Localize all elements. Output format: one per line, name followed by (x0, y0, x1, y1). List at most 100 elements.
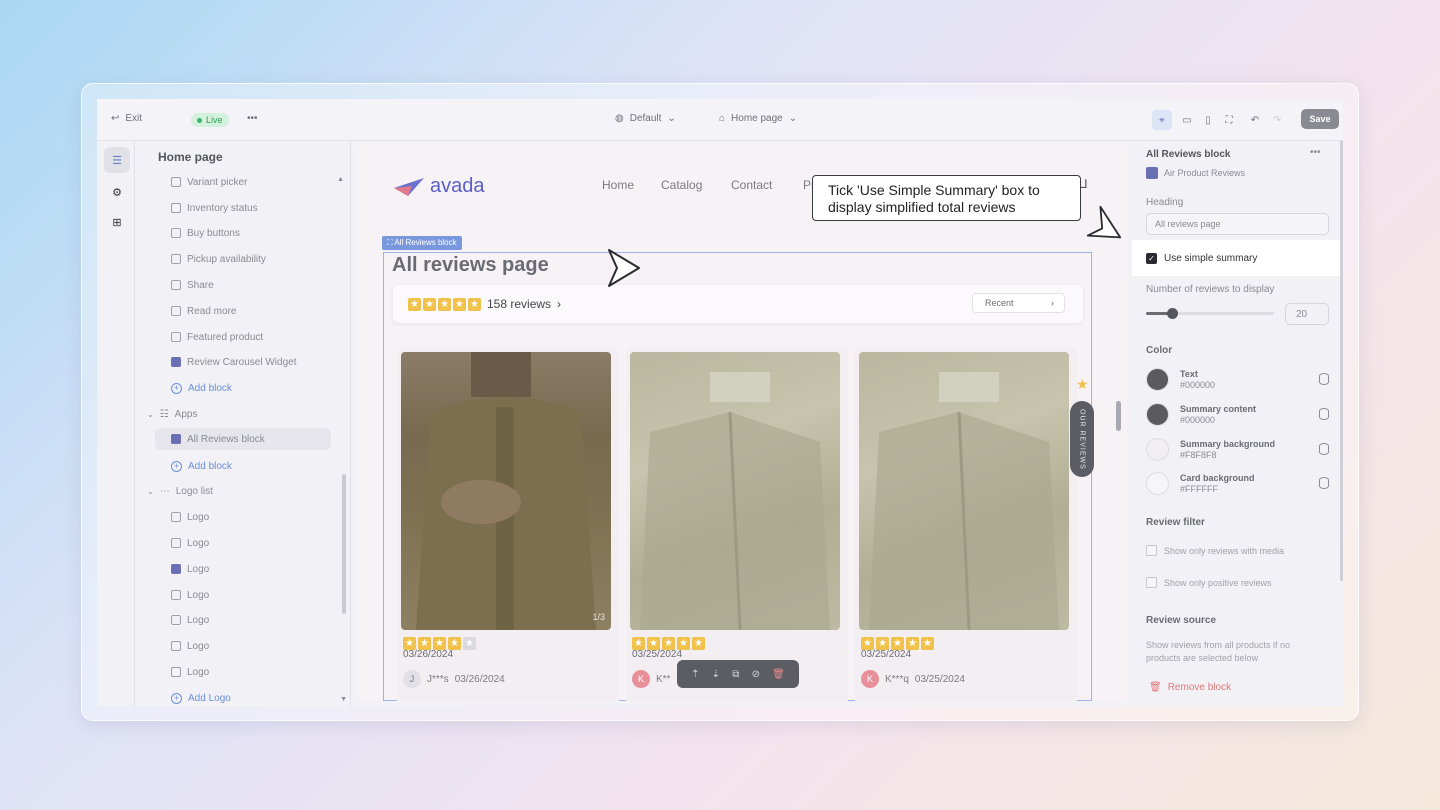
review-photo[interactable]: 1/3 (401, 352, 611, 630)
move-down-icon[interactable]: ⇣ (712, 669, 720, 680)
settings-scrollbar[interactable] (1340, 141, 1343, 581)
left-rail: ☰ ⚙ ⊞ (97, 141, 135, 706)
block-icon (171, 228, 181, 238)
color-setting-card-background[interactable]: Card background #FFFFFF (1146, 472, 1329, 495)
block-item-all-reviews[interactable]: All Reviews block (155, 428, 331, 450)
exit-button[interactable]: ↩ Exit (111, 113, 142, 124)
author-date: 03/25/2024 (914, 673, 965, 685)
color-hex: #000000 (1180, 414, 1216, 425)
inspector-button[interactable]: ⌖ (1152, 110, 1172, 130)
add-block-button[interactable]: + Add block (171, 377, 232, 399)
duplicate-icon[interactable]: ⧉ (732, 669, 739, 680)
num-reviews-slider[interactable] (1146, 308, 1274, 319)
logo-item[interactable]: Logo (171, 609, 209, 631)
more-options-button[interactable]: ••• (247, 113, 258, 124)
logo-item[interactable]: Logo (171, 506, 209, 528)
nav-contact[interactable]: Contact (731, 178, 772, 192)
database-icon[interactable] (1319, 408, 1329, 420)
color-setting-summary-content[interactable]: Summary content #000000 (1146, 403, 1329, 426)
summary-count-link[interactable]: ★ ★ ★ ★ ★ 158 reviews › (408, 297, 561, 311)
logo-item[interactable]: Logo (171, 558, 209, 580)
logo-list-label: Logo list (175, 485, 213, 497)
save-button[interactable]: Save (1301, 109, 1339, 129)
review-date: 03/25/2024 (861, 649, 912, 660)
block-item-read-more[interactable]: Read more (171, 300, 236, 322)
preview-scrollbar[interactable] (1116, 401, 1121, 431)
cursor-arrow-icon (608, 249, 640, 287)
database-icon[interactable] (1319, 477, 1329, 489)
review-card[interactable]: ★ ★ ★ ★ ★ 03/25/2024 K K***q 03/25/2024 (855, 348, 1077, 701)
theme-settings-button[interactable]: ⚙ (104, 179, 130, 205)
color-swatch[interactable] (1146, 472, 1169, 495)
simple-summary-row[interactable]: ✓ Use simple summary (1132, 240, 1343, 276)
redo-button[interactable]: ↷ (1267, 110, 1287, 130)
plus-icon: + (171, 692, 182, 704)
add-logo-button[interactable]: + Add Logo (171, 687, 231, 706)
logo-item[interactable]: Logo (171, 661, 209, 683)
our-reviews-tab[interactable]: OUR REVIEWS (1070, 401, 1094, 477)
sort-select[interactable]: Recent › (972, 293, 1065, 313)
color-swatch[interactable] (1146, 438, 1169, 461)
filter-media-checkbox[interactable]: Show only reviews with media (1146, 545, 1284, 556)
block-item-variant-picker[interactable]: Variant picker (171, 171, 247, 193)
more-options-icon[interactable]: ••• (1310, 147, 1321, 158)
review-photo[interactable] (859, 352, 1069, 630)
block-item-review-carousel[interactable]: Review Carousel Widget (171, 351, 297, 373)
hide-icon[interactable]: ⊘ (752, 669, 760, 680)
color-swatch[interactable] (1146, 368, 1169, 391)
color-setting-summary-background[interactable]: Summary background #F8F8F8 (1146, 438, 1329, 461)
logo-item[interactable]: Logo (171, 584, 209, 606)
store-logo[interactable]: avada (392, 175, 485, 198)
scroll-up-icon: ▲ (337, 176, 344, 183)
more-icon: ••• (247, 113, 258, 124)
logo-item[interactable]: Logo (171, 635, 209, 657)
block-item-inventory-status[interactable]: Inventory status (171, 197, 258, 219)
color-name: Summary background (1180, 438, 1276, 449)
review-photo[interactable] (630, 352, 840, 630)
database-icon[interactable] (1319, 443, 1329, 455)
apps-group-toggle[interactable]: ⌄ ☷ Apps (147, 403, 197, 425)
desktop-view-button[interactable]: ▭ (1177, 110, 1197, 130)
selected-block-tag: ⛶ All Reviews block (382, 236, 462, 250)
home-icon: ⌂ (719, 113, 726, 124)
review-card[interactable]: 1/3 ★ ★ ★ ★ ★ 03/26/2024 J J***s 03/26/2… (397, 348, 619, 701)
logo-label: Logo (187, 537, 210, 549)
logo-item[interactable]: Logo (171, 532, 209, 554)
mobile-view-button[interactable]: ▯ (1198, 110, 1218, 130)
block-item-buy-buttons[interactable]: Buy buttons (171, 222, 240, 244)
color-swatch[interactable] (1146, 403, 1169, 426)
nav-home[interactable]: Home (602, 178, 634, 192)
slider-thumb[interactable] (1166, 308, 1178, 319)
app-icon (171, 357, 181, 367)
fullscreen-button[interactable]: ⛶ (1219, 110, 1239, 130)
heading-input[interactable]: All reviews page (1146, 213, 1329, 235)
checkbox-checked-icon[interactable]: ✓ (1146, 252, 1157, 264)
sections-button[interactable]: ☰ (104, 147, 130, 173)
add-logo-label: Add Logo (188, 692, 231, 704)
database-icon[interactable] (1319, 373, 1329, 385)
chevron-right-icon: › (1051, 298, 1054, 308)
logo-list-toggle[interactable]: ⌄ ⋯ Logo list (147, 480, 213, 502)
logo-label: Logo (187, 614, 210, 626)
block-icon (171, 306, 181, 316)
add-block-button[interactable]: + Add block (171, 455, 232, 477)
num-reviews-input[interactable]: 20 (1285, 303, 1329, 325)
block-item-share[interactable]: Share (171, 274, 214, 296)
block-item-pickup-availability[interactable]: Pickup availability (171, 248, 266, 270)
review-card[interactable]: ★ ★ ★ ★ ★ 03/25/2024 K K** (626, 348, 848, 701)
checkbox-icon[interactable] (1146, 545, 1157, 556)
nav-catalog[interactable]: Catalog (661, 178, 702, 192)
delete-icon[interactable]: 🗑 (772, 669, 785, 680)
remove-block-button[interactable]: 🗑 Remove block (1149, 682, 1231, 693)
filter-positive-checkbox[interactable]: Show only positive reviews (1146, 577, 1272, 588)
app-embeds-button[interactable]: ⊞ (104, 209, 130, 235)
checkbox-icon[interactable] (1146, 577, 1157, 588)
color-setting-text[interactable]: Text #000000 (1146, 368, 1329, 391)
block-item-featured-product[interactable]: Featured product (171, 326, 263, 348)
undo-button[interactable]: ↶ (1245, 110, 1265, 130)
theme-selector[interactable]: ◍ Default ⌄ (615, 113, 676, 124)
panel-scrollbar[interactable] (342, 474, 346, 614)
page-selector[interactable]: ⌂ Home page ⌄ (719, 113, 797, 124)
move-up-icon[interactable]: ⇡ (691, 669, 699, 680)
filter-positive-label: Show only positive reviews (1164, 577, 1272, 588)
